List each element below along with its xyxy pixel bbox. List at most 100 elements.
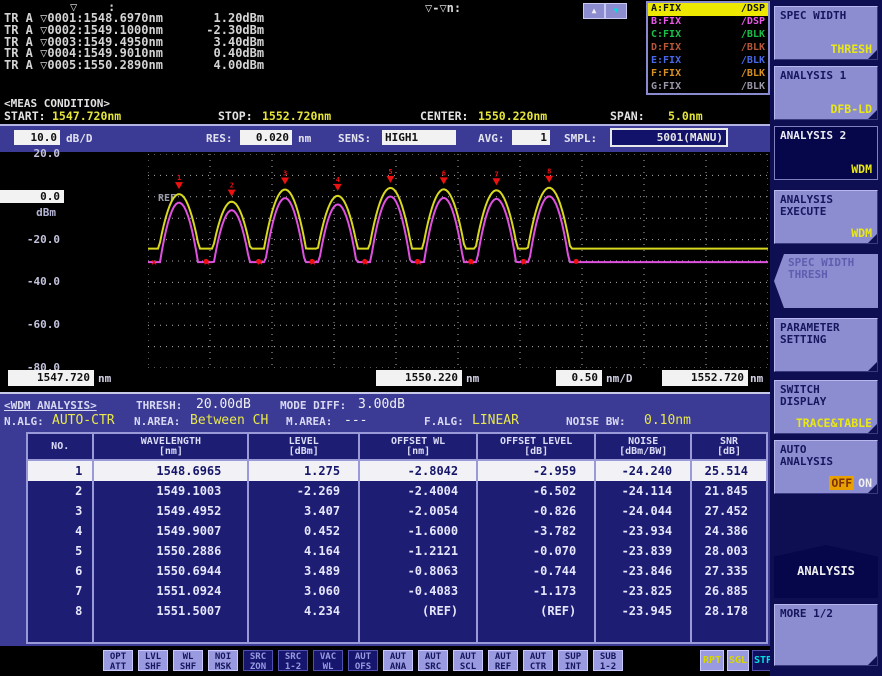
fkey-vac-wl[interactable]: VACWL	[313, 650, 343, 671]
fkey-aut-scl[interactable]: AUTSCL	[453, 650, 483, 671]
fkey-aut-ana[interactable]: AUTANA	[383, 650, 413, 671]
table-cell: -23.825	[596, 581, 692, 601]
trace-name: D:FIX	[651, 43, 681, 53]
softkey-analysis-1[interactable]: ANALYSIS 1DFB-LD	[774, 66, 878, 120]
fkey-src-zon[interactable]: SRCZON	[243, 650, 273, 671]
mode-diff-value[interactable]: 3.00dB	[358, 397, 405, 412]
fkey-src-1-2[interactable]: SRC1-2	[278, 650, 308, 671]
fkey-sub-1-2[interactable]: SUB1-2	[593, 650, 623, 671]
x-axis-labels: 1547.720 nm 1550.220 nm 0.50 nm/D 1552.7…	[0, 370, 770, 390]
softkey-parameter-setting[interactable]: PARAMETER SETTING	[774, 318, 878, 372]
softkey-auto-analysis[interactable]: AUTO ANALYSISOFFON	[774, 440, 878, 494]
m-area-value[interactable]: ---	[344, 413, 367, 428]
fkey-aut-ref[interactable]: AUTREF	[488, 650, 518, 671]
trace-status-a[interactable]: A:FIX/DSP	[648, 3, 768, 16]
spectrum-plot[interactable]: REF1×2×3×4×5×6×7×8×	[148, 154, 768, 368]
n-area-value[interactable]: Between CH	[190, 413, 268, 428]
thresh-value[interactable]: 20.00dB	[196, 397, 251, 412]
y-axis-label[interactable]: 0.0	[0, 190, 64, 203]
trace-status-f[interactable]: F:FIX/BLK	[648, 67, 768, 80]
fkey-aut-ofs[interactable]: AUTOFS	[348, 650, 378, 671]
fkey-aut-ctr[interactable]: AUTCTR	[523, 650, 553, 671]
softkey-label: ANALYSIS 1	[780, 70, 846, 82]
res-field[interactable]: 0.020	[240, 130, 292, 145]
db-per-div-field[interactable]: 10.0	[14, 130, 60, 145]
n-alg-value[interactable]: AUTO-CTR	[52, 413, 115, 428]
fkey-lvl-shf[interactable]: LVLSHF	[138, 650, 168, 671]
softkey-label: SPEC WIDTH	[780, 10, 846, 22]
table-row[interactable]: 21549.1003-2.269-2.4004-6.502-24.11421.8…	[28, 481, 766, 501]
table-row[interactable]: 11548.69651.275-2.8042-2.959-24.24025.51…	[28, 461, 766, 481]
wdm-results-table: NO.WAVELENGTH[nm]LEVEL[dBm]OFFSET WL[nm]…	[26, 432, 768, 644]
x-stop-field[interactable]: 1552.720	[662, 370, 748, 386]
table-filler-cell	[692, 621, 766, 642]
table-row[interactable]: 81551.50074.234(REF)(REF)-23.94528.178	[28, 601, 766, 621]
table-row[interactable]: 61550.69443.489-0.8063-0.744-23.84627.33…	[28, 561, 766, 581]
svg-text:×: ×	[204, 257, 210, 268]
smpl-label: SMPL:	[564, 132, 597, 145]
softkey-label: MORE 1/2	[780, 608, 833, 620]
table-row[interactable]: 31549.49523.407-2.0054-0.826-24.04427.45…	[28, 501, 766, 521]
y-axis-label: -40.0	[27, 275, 60, 288]
table-cell: -23.846	[596, 561, 692, 581]
transport-key-sgl[interactable]: SGL	[727, 650, 749, 671]
table-cell: (REF)	[360, 601, 478, 621]
f-alg-value[interactable]: LINEAR	[472, 413, 519, 428]
trace-status-b[interactable]: B:FIX/DSP	[648, 16, 768, 29]
softkey-analysis-execute[interactable]: ANALYSIS EXECUTEWDM	[774, 190, 878, 244]
scroll-up-button[interactable]: ▲	[583, 3, 605, 19]
column-header: OFFSET LEVEL[dB]	[478, 434, 596, 459]
noise-bw-value[interactable]: 0.10nm	[644, 413, 691, 428]
fkey-opt-att[interactable]: OPTATT	[103, 650, 133, 671]
svg-text:5: 5	[388, 168, 392, 176]
stop-value[interactable]: 1552.720nm	[262, 109, 331, 123]
smpl-field[interactable]: 5001(MANU)	[610, 128, 728, 147]
softkey-toggle[interactable]: OFFON	[829, 476, 872, 490]
table-cell: -0.4083	[360, 581, 478, 601]
column-header-line2: [dBm/BW]	[619, 447, 667, 457]
trace-status-g[interactable]: G:FIX/BLK	[648, 80, 768, 93]
span-value[interactable]: 5.0nm	[668, 109, 703, 123]
fkey-aut-src[interactable]: AUTSRC	[418, 650, 448, 671]
softkey-label: SWITCH DISPLAY	[780, 384, 826, 408]
table-cell: 28.178	[692, 601, 766, 621]
center-value[interactable]: 1550.220nm	[478, 109, 547, 123]
fkey-noi-msk[interactable]: NOIMSK	[208, 650, 238, 671]
wdm-analysis-subheader: N.ALG: AUTO-CTR N.AREA: Between CH M.ARE…	[4, 413, 764, 429]
x-center-unit: nm	[466, 372, 479, 385]
start-value[interactable]: 1547.720nm	[52, 109, 121, 123]
y-axis-label: -20.0	[27, 233, 60, 246]
table-cell: 8	[28, 601, 94, 621]
table-cell: -24.114	[596, 481, 692, 501]
n-area-label: N.AREA:	[134, 415, 180, 428]
table-row[interactable]: 41549.90070.452-1.6000-3.782-23.93424.38…	[28, 521, 766, 541]
trace-display-mode: /BLK	[741, 30, 765, 40]
transport-key-rpt[interactable]: RPT	[700, 650, 724, 671]
trace-status-d[interactable]: D:FIX/BLK	[648, 42, 768, 55]
n-alg-label: N.ALG:	[4, 415, 44, 428]
svg-text:4: 4	[336, 176, 340, 184]
scroll-down-button[interactable]: ▼	[605, 3, 627, 19]
avg-field[interactable]: 1	[512, 130, 550, 145]
svg-text:8: 8	[547, 168, 551, 176]
softkey-more[interactable]: MORE 1/2	[774, 604, 878, 666]
softkey-analysis-tab[interactable]: ANALYSIS	[774, 545, 878, 598]
column-header-line2: [dB]	[524, 447, 548, 457]
softkey-switch-display[interactable]: SWITCH DISPLAYTRACE&TABLE	[774, 380, 878, 434]
res-label: RES:	[206, 132, 233, 145]
table-cell: 0.452	[249, 521, 360, 541]
x-div-field[interactable]: 0.50	[556, 370, 602, 386]
softkey-analysis-2[interactable]: ANALYSIS 2WDM	[774, 126, 878, 180]
sens-field[interactable]: HIGH1	[382, 130, 456, 145]
fkey-wl-shf[interactable]: WLSHF	[173, 650, 203, 671]
fkey-sup-int[interactable]: SUPINT	[558, 650, 588, 671]
trace-status-e[interactable]: E:FIX/BLK	[648, 54, 768, 67]
table-row[interactable]: 71551.09243.060-0.4083-1.173-23.82526.88…	[28, 581, 766, 601]
softkey-spec-width[interactable]: SPEC WIDTHTHRESH	[774, 6, 878, 60]
table-cell: 25.514	[692, 461, 766, 481]
x-center-field[interactable]: 1550.220	[376, 370, 462, 386]
x-start-field[interactable]: 1547.720	[8, 370, 94, 386]
y-axis-unit: dBm	[36, 206, 56, 219]
table-row[interactable]: 51550.28864.164-1.2121-0.070-23.83928.00…	[28, 541, 766, 561]
trace-status-c[interactable]: C:FIX/BLK	[648, 29, 768, 42]
